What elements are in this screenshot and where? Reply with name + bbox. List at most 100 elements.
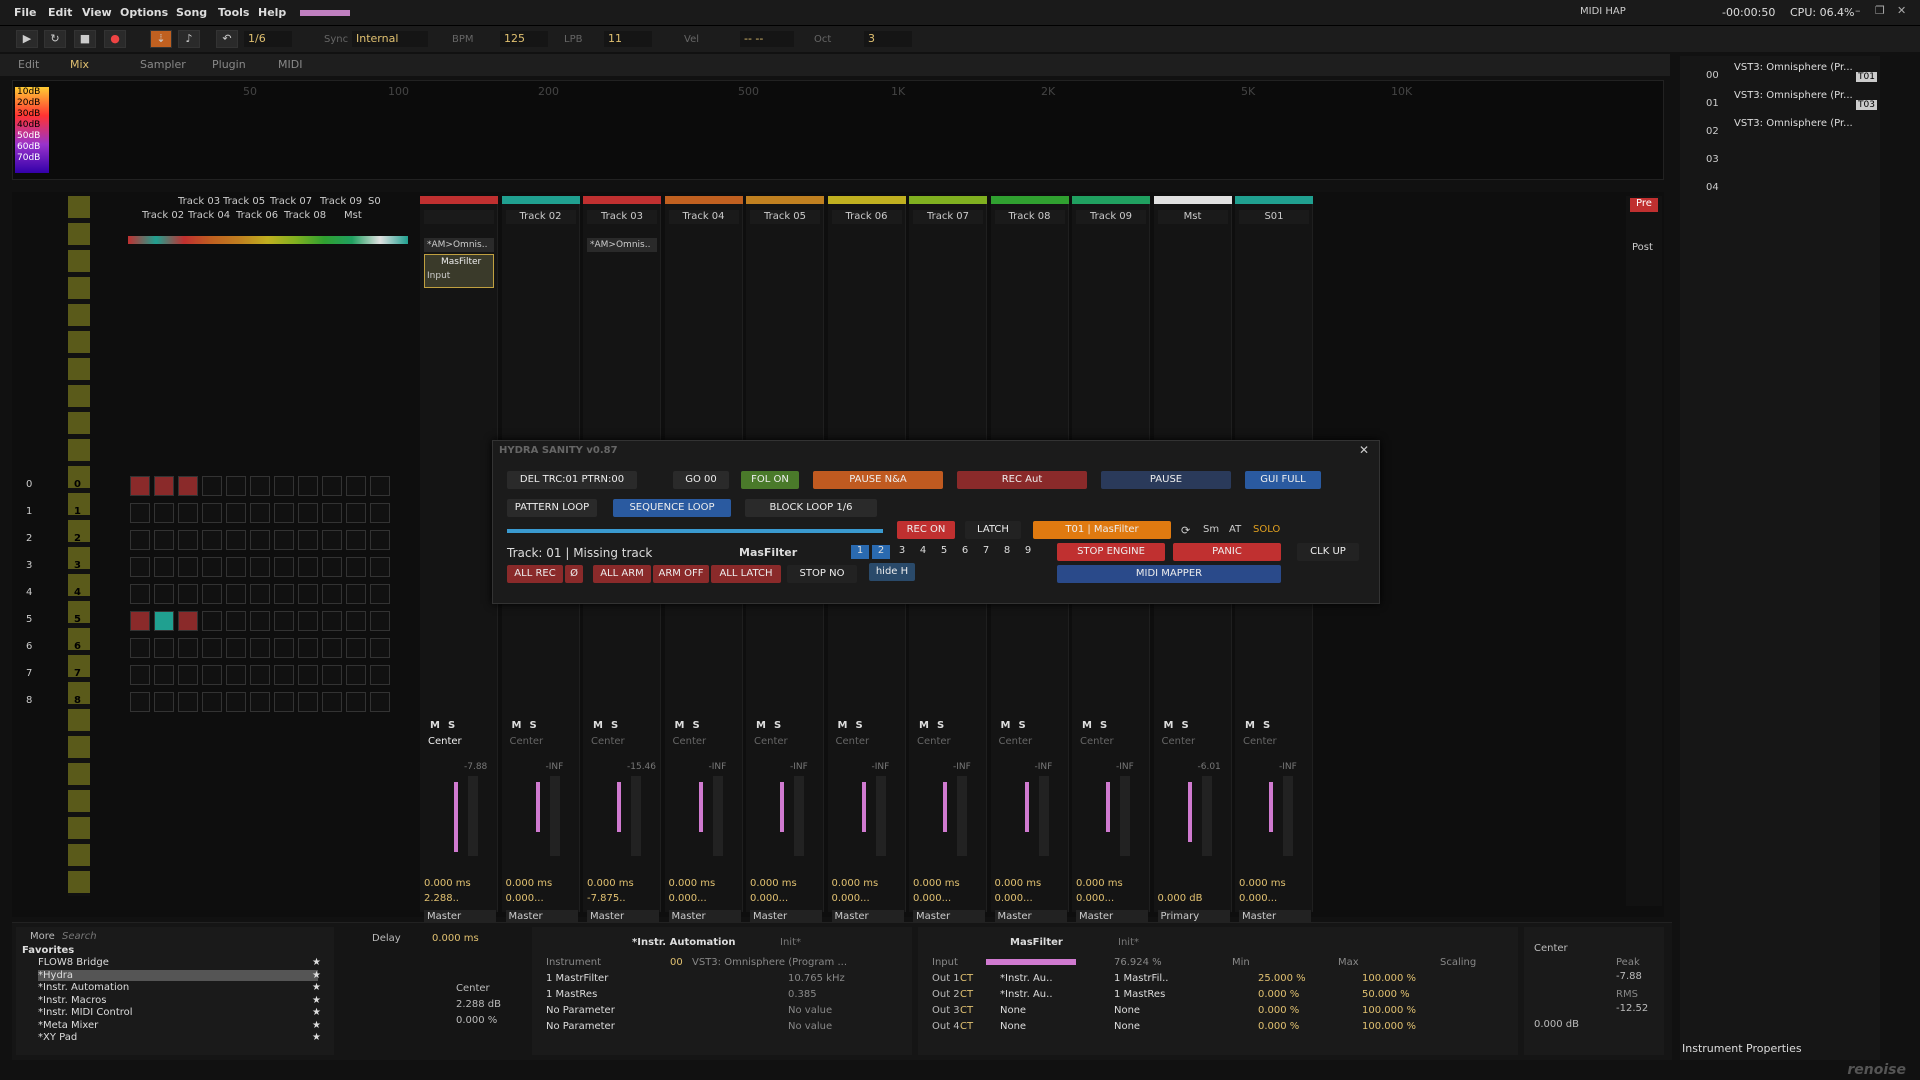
pan-value[interactable]: Center xyxy=(673,736,707,747)
browser-item[interactable]: *Meta Mixer xyxy=(38,1020,98,1031)
instrument-properties-label[interactable]: Instrument Properties xyxy=(1682,1042,1802,1055)
all-arm-button[interactable]: ALL ARM xyxy=(593,565,651,583)
matrix-cell[interactable] xyxy=(178,692,198,712)
undo-icon[interactable]: ↶ xyxy=(216,30,238,48)
instrument-index[interactable]: 01 xyxy=(1706,98,1719,109)
matrix-cell[interactable] xyxy=(346,611,366,631)
oct-value[interactable]: 3 xyxy=(864,31,912,47)
browser-item[interactable]: *Instr. Macros xyxy=(38,995,106,1006)
matrix-cell[interactable] xyxy=(178,476,198,496)
sequence-loop-button[interactable]: SEQUENCE LOOP xyxy=(613,499,731,517)
ia-param[interactable]: 1 MastrFilter xyxy=(546,973,608,984)
ia-param[interactable]: No Parameter xyxy=(546,1005,615,1016)
favorite-star-icon[interactable]: ★ xyxy=(312,1032,321,1043)
volume-value[interactable]: 0.000... xyxy=(832,893,870,904)
volume-value[interactable]: -7.875.. xyxy=(587,893,626,904)
instrument-index[interactable]: 03 xyxy=(1706,154,1719,165)
favorite-star-icon[interactable]: ★ xyxy=(312,957,321,968)
sequence-number[interactable]: 8 xyxy=(26,695,32,706)
matrix-cell[interactable] xyxy=(370,476,390,496)
delay-value[interactable]: 0.000 ms xyxy=(587,878,634,889)
sequence-number[interactable]: 4 xyxy=(26,587,32,598)
volume-fader[interactable] xyxy=(1201,776,1212,856)
matrix-cell[interactable] xyxy=(370,503,390,523)
matrix-cell[interactable] xyxy=(274,476,294,496)
matrix-cell[interactable] xyxy=(178,638,198,658)
matrix-cell[interactable] xyxy=(250,611,270,631)
pattern-slot-2[interactable]: 2 xyxy=(872,545,890,559)
sequence-column[interactable] xyxy=(68,196,90,896)
matrix-cell[interactable] xyxy=(226,503,246,523)
matrix-cell[interactable] xyxy=(226,638,246,658)
matrix-cell[interactable] xyxy=(154,557,174,577)
menu-edit[interactable]: Edit xyxy=(48,6,72,19)
matrix-cell[interactable] xyxy=(226,665,246,685)
pattern-slot-6[interactable]: 6 xyxy=(956,545,974,559)
matrix-cell[interactable] xyxy=(130,611,150,631)
close-icon[interactable]: ✕ xyxy=(1897,4,1906,17)
matrix-cell[interactable] xyxy=(274,665,294,685)
position-slider[interactable] xyxy=(507,529,883,533)
browser-item[interactable]: *Instr. MIDI Control xyxy=(38,1007,133,1018)
matrix-cell[interactable] xyxy=(154,530,174,550)
matrix-cell[interactable] xyxy=(226,530,246,550)
track-name[interactable]: Mst xyxy=(1157,210,1228,224)
matrix-cell[interactable] xyxy=(370,530,390,550)
solo-button[interactable]: S xyxy=(448,720,455,731)
matrix-cell[interactable] xyxy=(226,692,246,712)
pattern-slot-7[interactable]: 7 xyxy=(977,545,995,559)
bpm-value[interactable]: 125 xyxy=(500,31,548,47)
matrix-cell[interactable] xyxy=(298,611,318,631)
track-name[interactable]: Track 06 xyxy=(831,210,902,224)
ia-param[interactable]: No Parameter xyxy=(546,1021,615,1032)
matrix-cell[interactable] xyxy=(370,665,390,685)
stop-engine-button[interactable]: STOP ENGINE xyxy=(1057,543,1165,561)
volume-fader[interactable] xyxy=(875,776,886,856)
solo-button[interactable]: S xyxy=(937,720,944,731)
solo-button[interactable]: S xyxy=(1182,720,1189,731)
pattern-slot-4[interactable]: 4 xyxy=(914,545,932,559)
track-name[interactable]: Track 09 xyxy=(1076,210,1146,224)
matrix-cell[interactable] xyxy=(298,584,318,604)
solo-button[interactable]: S xyxy=(1263,720,1270,731)
mute-button[interactable]: M xyxy=(512,720,522,731)
matrix-cell[interactable] xyxy=(130,557,150,577)
pan-value[interactable]: Center xyxy=(917,736,951,747)
matrix-cell[interactable] xyxy=(202,503,222,523)
arm-off-button[interactable]: ARM OFF xyxy=(653,565,709,583)
max-value[interactable]: 50.000 % xyxy=(1362,989,1410,1000)
device-slot[interactable]: *AM>Omnis.. xyxy=(587,238,657,252)
favorite-star-icon[interactable]: ★ xyxy=(312,970,321,981)
matrix-cell[interactable] xyxy=(298,638,318,658)
volume-value[interactable]: 0.000... xyxy=(750,893,788,904)
max-value[interactable]: 100.000 % xyxy=(1362,973,1416,984)
browser-item[interactable]: FLOW8 Bridge xyxy=(38,957,109,968)
matrix-cell[interactable] xyxy=(274,584,294,604)
min-value[interactable]: 0.000 % xyxy=(1258,989,1299,1000)
ia-preset[interactable]: Init* xyxy=(780,937,801,948)
latch-button[interactable]: LATCH xyxy=(965,521,1021,539)
matrix-cell[interactable] xyxy=(130,638,150,658)
dest-device[interactable]: None xyxy=(1000,1005,1026,1016)
max-value[interactable]: 100.000 % xyxy=(1362,1021,1416,1032)
matrix-cell[interactable] xyxy=(322,665,342,685)
device-slot[interactable]: *AM>Omnis.. xyxy=(424,238,494,252)
metronome-icon[interactable]: ♪ xyxy=(178,30,200,48)
volume-fader[interactable] xyxy=(631,776,641,856)
track-name[interactable]: Track 05 xyxy=(750,210,820,224)
tab-mix[interactable]: Mix xyxy=(70,58,89,71)
matrix-cell[interactable] xyxy=(250,638,270,658)
mf-preset[interactable]: Init* xyxy=(1118,937,1139,948)
matrix-cell[interactable] xyxy=(250,476,270,496)
rec-on-button[interactable]: REC ON xyxy=(897,521,955,539)
dest-param[interactable]: 1 MastRes xyxy=(1114,989,1165,1000)
matrix-cell[interactable] xyxy=(202,584,222,604)
mute-button[interactable]: M xyxy=(675,720,685,731)
matrix-cell[interactable] xyxy=(274,530,294,550)
stop-icon[interactable]: ■ xyxy=(74,30,96,48)
matrix-cell[interactable] xyxy=(250,503,270,523)
favorite-star-icon[interactable]: ★ xyxy=(312,1007,321,1018)
volume-fader[interactable] xyxy=(549,776,560,856)
input-value[interactable]: 76.924 % xyxy=(1114,957,1162,968)
matrix-cell[interactable] xyxy=(154,665,174,685)
